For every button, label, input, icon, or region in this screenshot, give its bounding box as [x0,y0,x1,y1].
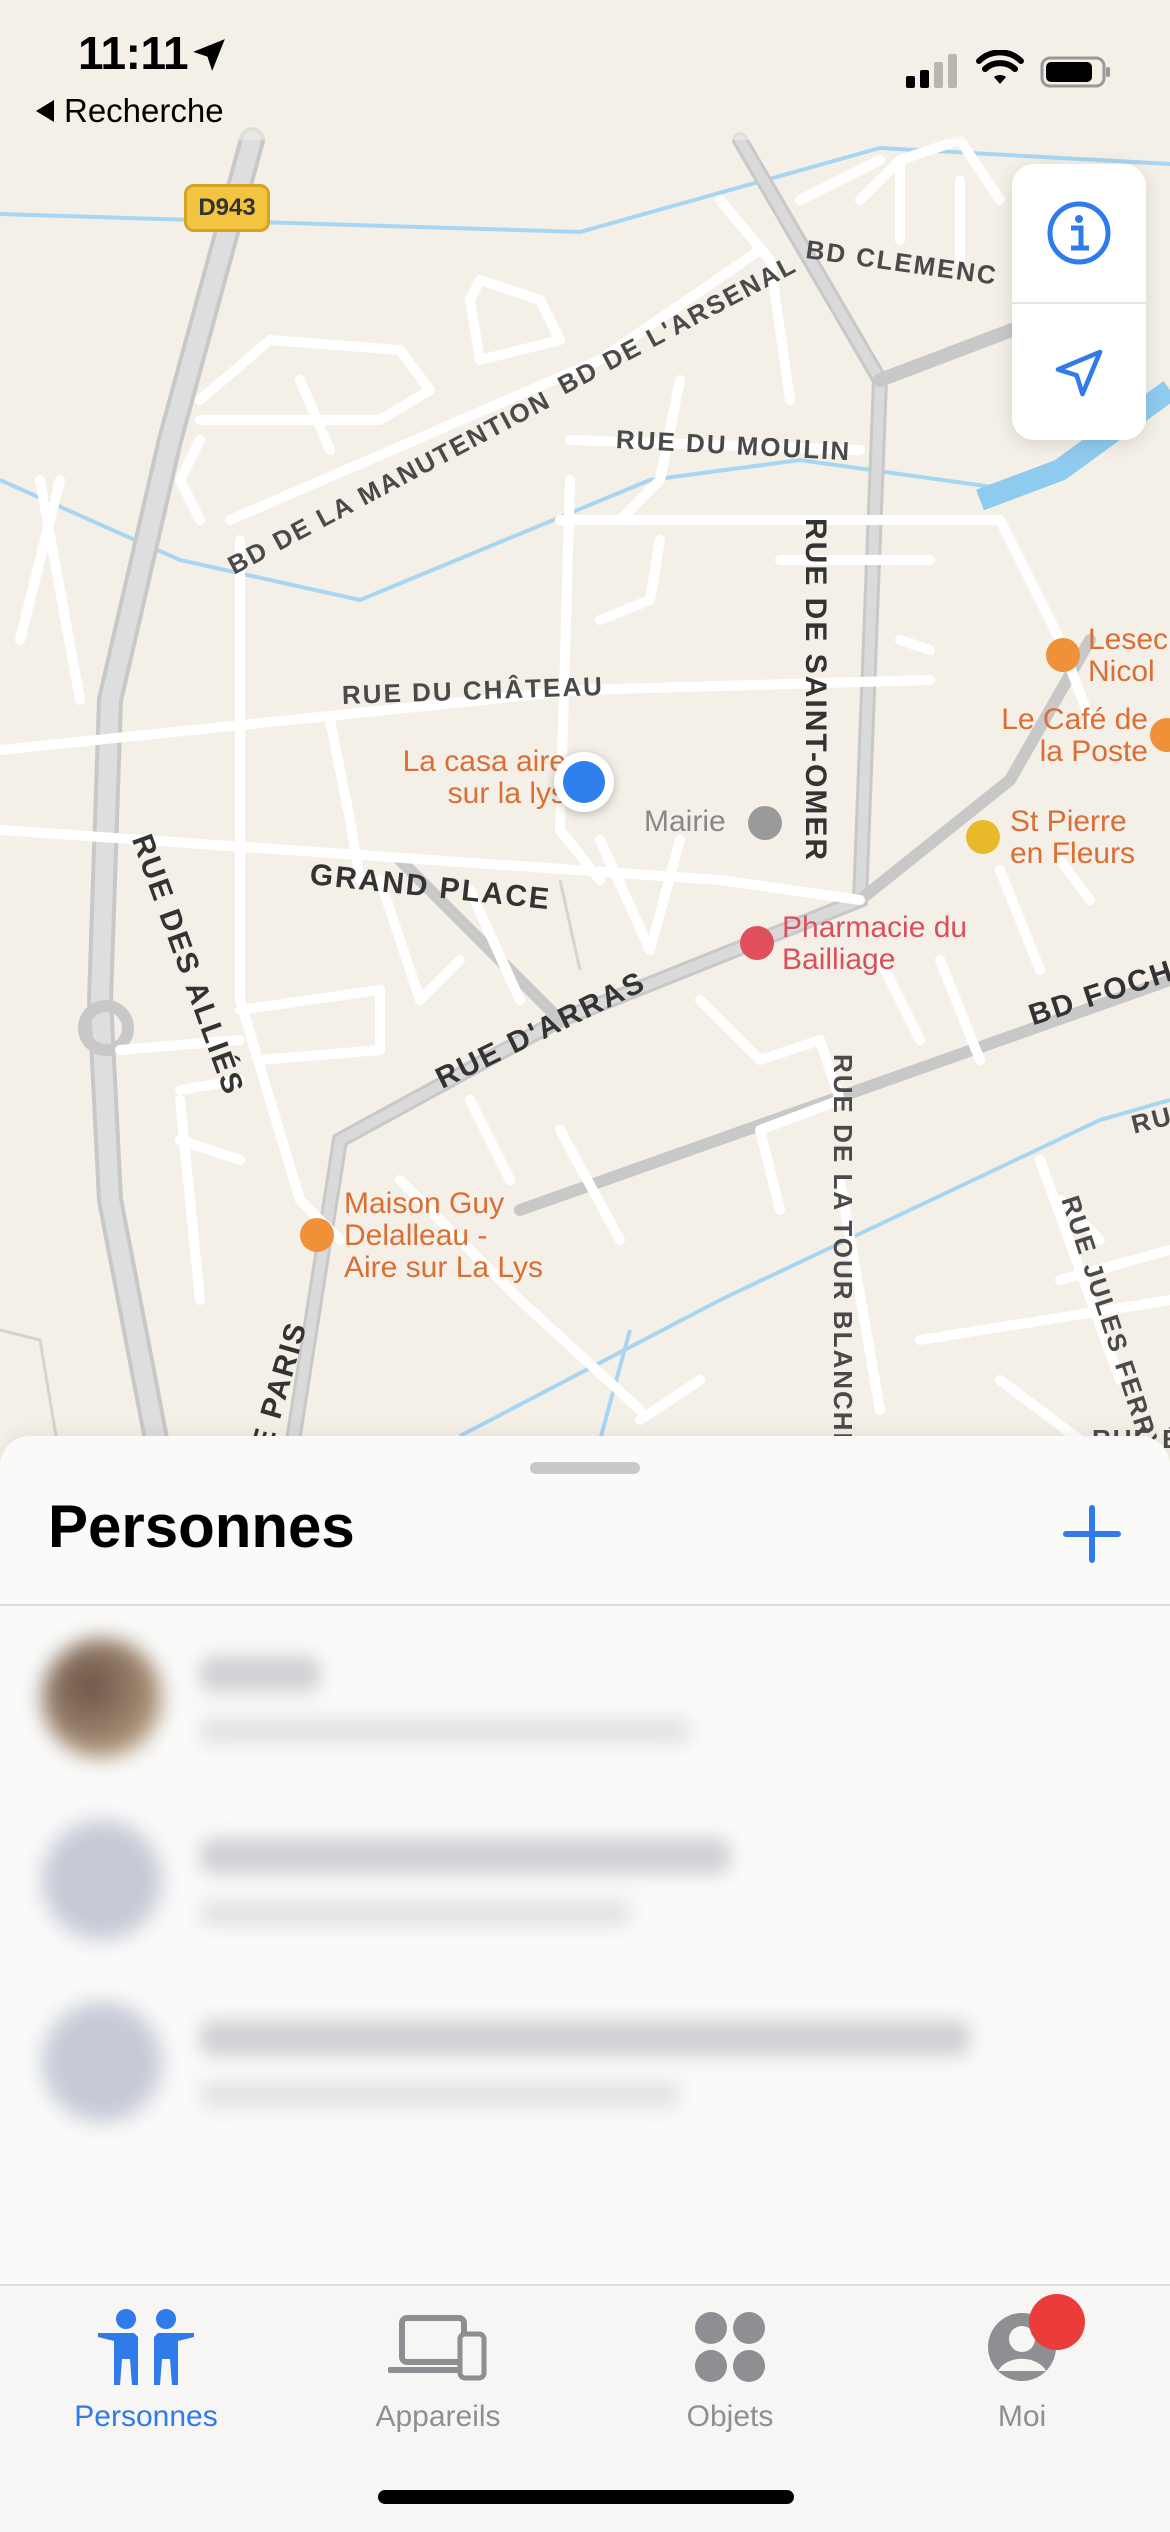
poi-cafe-poste[interactable]: Le Café de la Poste [980,704,1148,768]
info-icon [1047,201,1111,265]
current-location-dot[interactable] [554,752,614,812]
street-rue-saint-omer: RUE DE SAINT-OMER [799,518,832,863]
street-rue-tour-blanche: RUE DE LA TOUR BLANCHE [828,1054,858,1452]
tab-label: Objets [686,2400,774,2433]
road-badge-d943: D943 [184,184,270,232]
clock: 11:11 [78,27,189,79]
status-bar: 11:11 Recherche [0,0,1170,140]
tab-personnes[interactable]: Personnes [0,2302,292,2452]
cafe-icon [1046,638,1080,672]
home-indicator[interactable] [378,2490,794,2504]
avatar [42,1638,162,1758]
notification-badge [1029,2294,1085,2350]
person-location-blurred [200,1718,690,1744]
avatar [42,1820,162,1940]
sheet-divider [0,1604,1170,1606]
person-row[interactable] [0,1790,1170,1970]
tab-objets[interactable]: Objets [584,2302,876,2452]
person-row[interactable] [0,1972,1170,2152]
person-row[interactable] [0,1608,1170,1788]
person-name-blurred [200,1838,730,1874]
map-controls [1012,164,1146,440]
poi-casa-aire[interactable]: La casa aire sur la lys [386,746,566,810]
map-view[interactable]: D943 BD CLEMENC BD DE L'ARSENAL BD DE LA… [0,0,1170,1460]
tab-label: Moi [997,2400,1047,2433]
poi-lesec[interactable]: Lesec Nicol [1088,624,1168,688]
location-arrow-icon [1055,349,1103,397]
back-to-search-link[interactable]: Recherche [36,92,224,130]
pharmacy-icon [740,926,774,960]
back-triangle-icon [36,100,54,122]
person-location-blurred [200,2082,680,2108]
people-sheet[interactable]: Personnes [0,1436,1170,2286]
person-name-blurred [200,2020,970,2056]
poi-st-pierre[interactable]: St Pierre en Fleurs [1010,806,1135,870]
avatar [42,2002,162,2122]
sheet-title: Personnes [48,1493,355,1560]
tab-label: Personnes [74,2400,218,2433]
map-info-button[interactable] [1012,164,1146,302]
tab-appareils[interactable]: Appareils [292,2302,584,2452]
tab-label: Appareils [375,2400,501,2433]
wifi-icon [976,50,1024,84]
bakery-icon [300,1218,334,1252]
items-icon [695,2312,765,2382]
sheet-grabber[interactable] [530,1462,640,1474]
location-arrow-icon [193,39,225,71]
landmark-icon [748,806,782,840]
person-location-blurred [200,1900,630,1926]
poi-pharmacie[interactable]: Pharmacie du Bailliage [782,912,967,976]
poi-maison-guy[interactable]: Maison Guy Delalleau - Aire sur La Lys [344,1188,543,1284]
add-person-button[interactable] [1060,1502,1124,1566]
shop-icon [966,820,1000,854]
devices-icon [388,2315,487,2381]
tab-moi[interactable]: Moi [876,2294,1168,2452]
person-name-blurred [200,1656,320,1692]
signal-icon [906,52,957,88]
battery-icon [1040,56,1110,88]
people-icon [98,2309,194,2385]
track-location-button[interactable] [1012,304,1146,440]
poi-mairie[interactable]: Mairie [644,806,726,838]
back-label: Recherche [64,92,224,129]
